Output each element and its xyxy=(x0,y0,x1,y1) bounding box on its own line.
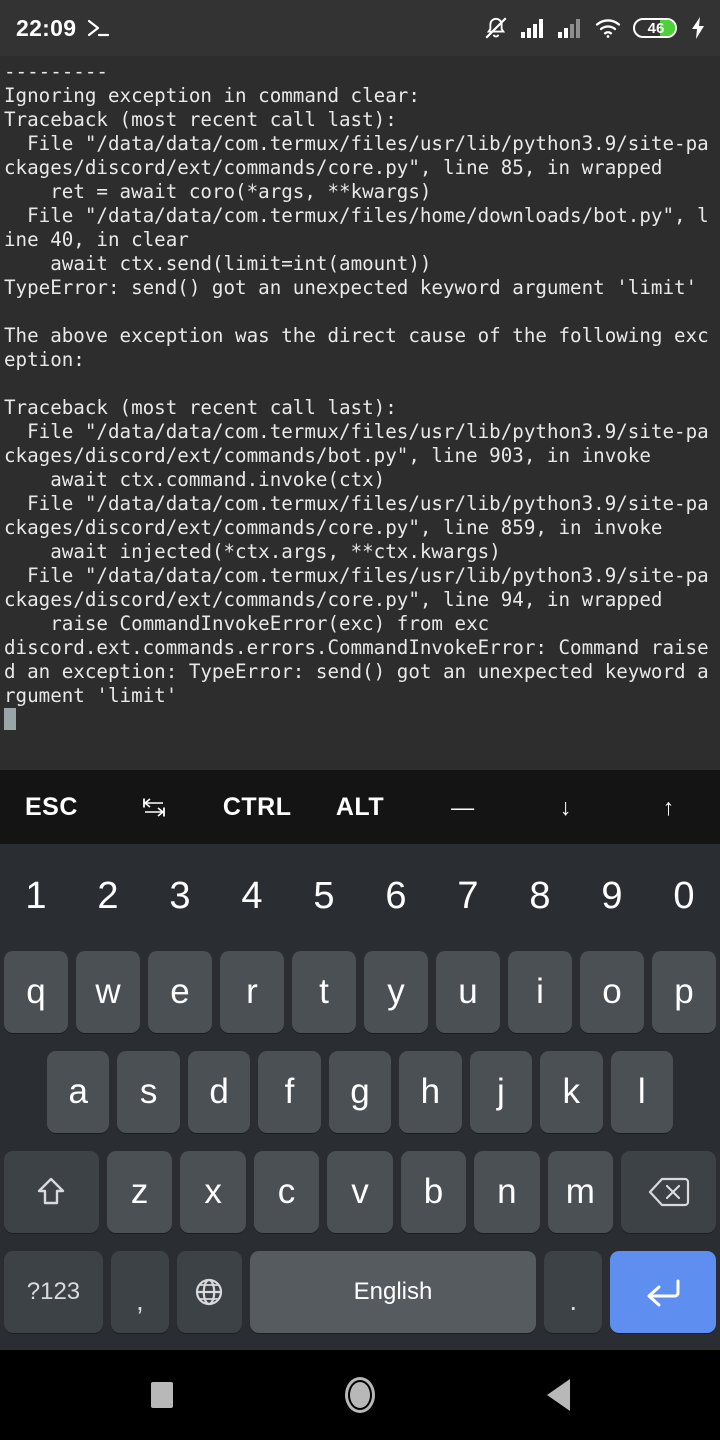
termux-extra-keys-row: ESC CTRL ALT — ↓ ↑ xyxy=(0,770,720,844)
period-key[interactable]: . xyxy=(544,1251,603,1333)
tab-icon xyxy=(143,798,166,817)
globe-key[interactable] xyxy=(176,1251,242,1333)
key-4[interactable]: 4 xyxy=(220,855,284,937)
keyboard-row-home: a s d f g h j k l xyxy=(0,1042,720,1142)
notifications-muted-icon xyxy=(483,15,509,41)
key-l[interactable]: l xyxy=(610,1051,673,1133)
key-2[interactable]: 2 xyxy=(76,855,140,937)
soft-keyboard: 1 2 3 4 5 6 7 8 9 0 q w e r t y u i o p … xyxy=(0,844,720,1350)
key-h[interactable]: h xyxy=(399,1051,462,1133)
key-5[interactable]: 5 xyxy=(292,855,356,937)
back-button[interactable] xyxy=(523,1360,593,1430)
key-9[interactable]: 9 xyxy=(580,855,644,937)
terminal-cursor xyxy=(4,708,16,730)
home-button[interactable] xyxy=(325,1360,395,1430)
key-t[interactable]: t xyxy=(292,951,356,1033)
keyboard-row-numbers: 1 2 3 4 5 6 7 8 9 0 xyxy=(0,850,720,942)
key-b[interactable]: b xyxy=(400,1151,467,1233)
signal-sim2-icon xyxy=(557,17,583,39)
globe-icon xyxy=(196,1278,223,1306)
recents-button[interactable] xyxy=(127,1360,197,1430)
extra-key-tab[interactable] xyxy=(103,770,206,844)
keyboard-row-qwerty: q w e r t y u i o p xyxy=(0,942,720,1042)
extra-key-alt[interactable]: ALT xyxy=(309,770,412,844)
backspace-key[interactable] xyxy=(621,1151,716,1233)
recents-square-icon xyxy=(151,1382,173,1408)
extra-key-ctrl[interactable]: CTRL xyxy=(206,770,309,844)
key-i[interactable]: i xyxy=(508,951,572,1033)
terminal-output-area[interactable]: --------- Ignoring exception in command … xyxy=(0,56,720,770)
key-3[interactable]: 3 xyxy=(148,855,212,937)
key-1[interactable]: 1 xyxy=(4,855,68,937)
key-u[interactable]: u xyxy=(436,951,500,1033)
extra-key-up-arrow[interactable]: ↑ xyxy=(617,770,720,844)
battery-icon: 46 xyxy=(633,16,679,40)
key-s[interactable]: s xyxy=(117,1051,180,1133)
keyboard-row-bottom-letters: z x c v b n m xyxy=(0,1142,720,1242)
backspace-icon xyxy=(648,1177,689,1207)
key-z[interactable]: z xyxy=(106,1151,173,1233)
space-key[interactable]: English xyxy=(249,1251,537,1333)
key-v[interactable]: v xyxy=(327,1151,393,1233)
key-q[interactable]: q xyxy=(4,951,68,1033)
status-bar-right: 46 xyxy=(483,15,706,41)
key-y[interactable]: y xyxy=(364,951,428,1033)
phone-screen: 22:09 46 --------- Ignoring exception in… xyxy=(0,0,720,1440)
back-triangle-icon xyxy=(546,1379,570,1411)
key-0[interactable]: 0 xyxy=(652,855,716,937)
enter-arrow-icon xyxy=(647,1279,680,1307)
key-c[interactable]: c xyxy=(253,1151,320,1233)
key-a[interactable]: a xyxy=(47,1051,110,1133)
status-bar: 22:09 46 xyxy=(0,0,720,56)
key-d[interactable]: d xyxy=(187,1051,251,1133)
extra-key-dash[interactable]: — xyxy=(411,770,514,844)
key-m[interactable]: m xyxy=(547,1151,614,1233)
clock: 22:09 xyxy=(16,14,77,41)
shift-arrow-icon xyxy=(38,1177,65,1205)
terminal-prompt-icon xyxy=(86,16,112,40)
android-navigation-bar xyxy=(0,1350,720,1440)
signal-sim1-icon xyxy=(520,17,546,39)
key-j[interactable]: j xyxy=(469,1051,533,1133)
key-6[interactable]: 6 xyxy=(364,855,428,937)
key-f[interactable]: f xyxy=(258,1051,321,1133)
key-o[interactable]: o xyxy=(580,951,644,1033)
extra-key-down-arrow[interactable]: ↓ xyxy=(514,770,617,844)
shift-key[interactable] xyxy=(4,1151,99,1233)
extra-key-esc[interactable]: ESC xyxy=(0,770,103,844)
key-x[interactable]: x xyxy=(180,1151,246,1233)
key-g[interactable]: g xyxy=(328,1051,392,1133)
key-7[interactable]: 7 xyxy=(436,855,500,937)
key-w[interactable]: w xyxy=(76,951,140,1033)
key-8[interactable]: 8 xyxy=(508,855,572,937)
terminal-text: --------- Ignoring exception in command … xyxy=(4,60,720,732)
keyboard-row-space: ?123 , English . xyxy=(0,1242,720,1342)
terminal-log: --------- Ignoring exception in command … xyxy=(4,60,709,707)
battery-level-label: 46 xyxy=(647,19,665,37)
key-e[interactable]: e xyxy=(148,951,212,1033)
key-p[interactable]: p xyxy=(652,951,716,1033)
enter-key[interactable] xyxy=(610,1251,716,1333)
charging-bolt-icon xyxy=(690,16,706,40)
status-bar-left: 22:09 xyxy=(16,15,112,42)
comma-key[interactable]: , xyxy=(110,1251,169,1333)
symbols-key[interactable]: ?123 xyxy=(4,1251,103,1333)
home-circle-icon xyxy=(345,1377,375,1413)
wifi-icon xyxy=(594,17,622,39)
key-n[interactable]: n xyxy=(474,1151,540,1233)
key-k[interactable]: k xyxy=(540,1051,603,1133)
key-r[interactable]: r xyxy=(220,951,284,1033)
